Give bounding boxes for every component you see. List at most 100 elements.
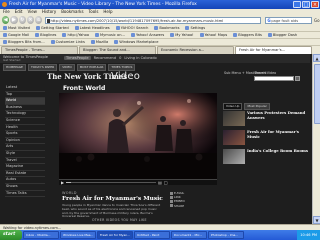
get-started-link[interactable]: Get Started [3, 58, 20, 63]
reload-button[interactable]: ↻ [18, 16, 26, 24]
sidebar-item[interactable]: Business [5, 105, 45, 112]
minimize-button[interactable]: _ [293, 1, 301, 8]
firefox-icon [2, 2, 7, 7]
maximize-button[interactable]: □ [302, 1, 310, 8]
tab-video-up[interactable]: Video Up [223, 103, 243, 110]
sidebar-item[interactable]: Technology [5, 111, 45, 118]
bookmark-item[interactable]: YAHOO! Search [115, 25, 148, 31]
link-item[interactable]: Bloglines [35, 32, 56, 38]
share-share[interactable]: SHARE [170, 204, 215, 208]
list-item-title: Various Protesters Demand Answers [247, 110, 306, 120]
sidebar-item[interactable]: Latest [5, 85, 45, 92]
embed-icon [170, 199, 173, 203]
taskbar-item[interactable]: Windows Live Mes... [60, 231, 96, 239]
link-item[interactable]: Bloggers Bits [233, 32, 262, 38]
volume-icon[interactable]: ▤ [158, 180, 162, 186]
start-button[interactable]: start [0, 230, 22, 240]
taskbar-item[interactable]: Photoshop - Ima... [208, 231, 244, 239]
tab-economic-recession[interactable]: Economic Recession a... [157, 46, 234, 54]
sidebar-item[interactable]: Travel [5, 158, 45, 165]
link-item[interactable]: Yahoo! Answers [130, 32, 164, 38]
scroll-down-button[interactable]: ▼ [313, 216, 320, 224]
mozilla-icon [90, 40, 95, 44]
mail-icon [3, 33, 7, 37]
sidebar-item[interactable]: Arts [5, 144, 45, 151]
bookmark-icon [3, 26, 7, 30]
list-item[interactable]: Various Protesters Demand Answers [223, 110, 308, 127]
blogger-icon [267, 33, 272, 37]
link-item[interactable]: Bloggers Bits from... [3, 39, 45, 45]
video-search-input[interactable] [254, 76, 294, 81]
back-button[interactable]: ◀ [2, 16, 10, 24]
page-scrollbar[interactable]: ▲ ▼ [312, 54, 320, 224]
tab-timespeople[interactable]: TimesPeople - Times... [1, 46, 78, 54]
link-item[interactable]: My Yahoo! [170, 32, 194, 38]
bookmark-item[interactable]: Getting Started [35, 25, 69, 31]
link-item[interactable]: http://Yahoo [62, 32, 89, 38]
fullscreen-icon[interactable]: □ [164, 180, 168, 186]
sidebar-item-world[interactable]: World [5, 98, 45, 105]
tab-most-popular[interactable]: Most Popular [244, 103, 270, 110]
search-go-button[interactable]: Go [314, 17, 320, 24]
cat-times-topics[interactable]: TIMES TOPICS [108, 64, 136, 71]
link-item[interactable]: Windows Marketplace [114, 39, 158, 45]
sidebar-item[interactable]: Sports [5, 131, 45, 138]
sidebar-item[interactable]: Opinion [5, 138, 45, 145]
right-tabs: Video Up Most Popular [223, 103, 270, 110]
section-title: Front: World [63, 85, 106, 92]
link-item[interactable]: Mozilla [90, 39, 108, 45]
taskbar-item[interactable]: Inbox - Mozilla... [23, 231, 59, 239]
cat-video[interactable]: VIDEO [59, 64, 75, 71]
taskbar-item-active[interactable]: Fresh Air for Myan... [97, 231, 133, 239]
site-favicon [46, 18, 50, 23]
timespeople-button[interactable]: TimesPeople [64, 56, 91, 60]
list-item[interactable]: India's College Boom Booms [223, 148, 308, 165]
scroll-thumb[interactable] [313, 64, 320, 124]
link-item[interactable]: Yahoo! Maps [199, 32, 227, 38]
web-page: Welcome to TimesPeople Get Started Times… [0, 54, 320, 224]
link-item[interactable]: Mymusic on... [95, 32, 125, 38]
stop-button[interactable]: × [26, 16, 35, 24]
sidebar-item[interactable]: Shows [5, 184, 45, 191]
sidebar-item[interactable]: Science [5, 118, 45, 125]
tab-blogger[interactable]: Blogger: The Sound and... [79, 46, 156, 54]
taskbar-item[interactable]: Document1 - Mic... [171, 231, 207, 239]
sidebar-item[interactable]: Real Estate [5, 171, 45, 178]
cat-homepage[interactable]: HOMEPAGE [3, 64, 26, 71]
video-search-button[interactable] [295, 76, 300, 81]
other-videos-link[interactable]: OTHER VIDEOS YOU MAY LIKE [92, 218, 147, 222]
recommend-count: 0 [119, 56, 122, 60]
sidebar-item[interactable]: Top [5, 92, 45, 99]
cat-most-popular[interactable]: MOST POPULAR [76, 64, 107, 71]
video-progress-bar[interactable] [66, 181, 157, 184]
address-bar[interactable]: http://video.nytimes.com/2007/10/15/worl… [45, 16, 262, 24]
link-item[interactable]: Customize Links [50, 39, 85, 45]
star-icon [154, 26, 159, 30]
link-item[interactable]: Google Mail [3, 32, 29, 38]
recommend-link[interactable]: Recommend [94, 56, 117, 60]
forward-button[interactable]: ▶ [10, 16, 18, 24]
sidebar-item[interactable]: Magazine [5, 164, 45, 171]
video-player[interactable] [59, 93, 217, 185]
link-item[interactable]: Blogger Dash [267, 32, 297, 38]
search-input[interactable]: G page fault aids [265, 16, 312, 24]
close-button[interactable]: × [311, 1, 319, 8]
browser-window: Fresh Air for Myanmar's Music - Video Li… [0, 0, 320, 240]
cat-todays-paper[interactable]: TODAY'S PAPER [27, 64, 58, 71]
bookmark-item[interactable]: Most Visited [3, 25, 30, 31]
sidebar-item[interactable]: Times Talks [5, 191, 45, 198]
sidebar-item[interactable]: Health [5, 125, 45, 132]
bookmark-item[interactable]: Latest Headlines [74, 25, 110, 31]
bookmark-item[interactable]: Settings [185, 25, 205, 31]
timespeople-note: Living in Colorado [124, 56, 157, 60]
play-button[interactable]: ▶ [61, 180, 64, 186]
tab-fresh-air-active[interactable]: Fresh Air for Myanmar's... [235, 46, 312, 54]
home-button[interactable]: ⌂ [35, 16, 43, 24]
sidebar-item[interactable]: Style [5, 151, 45, 158]
list-item[interactable]: Fresh Air for Myanmar's Music [223, 129, 308, 146]
taskbar-item[interactable]: Untitled - Paint [134, 231, 170, 239]
title-bar: Fresh Air for Myanmar's Music - Video Li… [0, 0, 320, 9]
sidebar-item[interactable]: Autos [5, 177, 45, 184]
bookmark-item[interactable]: Bookmarks [154, 25, 179, 31]
scroll-up-button[interactable]: ▲ [313, 54, 320, 62]
